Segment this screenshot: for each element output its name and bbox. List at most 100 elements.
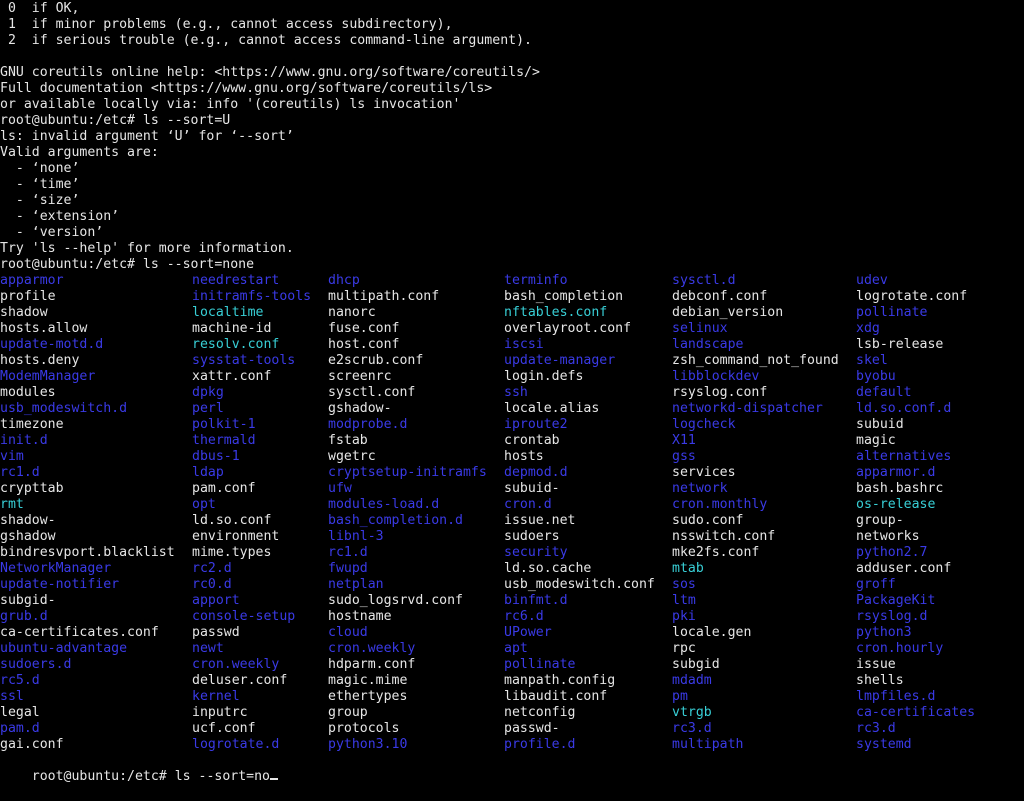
file-entry: gshadow xyxy=(0,529,56,544)
command-prompt-line[interactable]: root@ubuntu:/etc# ls --sort=no xyxy=(0,753,278,784)
directory-entry: landscape xyxy=(672,337,744,352)
directory-entry: skel xyxy=(856,353,888,368)
file-entry: host.conf xyxy=(328,337,400,352)
directory-entry: newt xyxy=(192,641,224,656)
output-line: 1 if minor problems (e.g., cannot access… xyxy=(0,17,453,32)
file-entry: gai.conf xyxy=(0,737,64,752)
directory-entry: grub.d xyxy=(0,609,48,624)
file-entry: sudoers xyxy=(504,529,560,544)
file-entry: rsyslog.conf xyxy=(672,385,768,400)
directory-entry: terminfo xyxy=(504,273,568,288)
directory-entry: python2.7 xyxy=(856,545,928,560)
output-line: GNU coreutils online help: <https://www.… xyxy=(0,65,540,80)
file-entry: group- xyxy=(856,513,904,528)
file-entry: magic xyxy=(856,433,896,448)
directory-entry: libblockdev xyxy=(672,369,760,384)
file-entry: nanorc xyxy=(328,305,376,320)
file-entry: libaudit.conf xyxy=(504,689,608,704)
file-entry: hosts.deny xyxy=(0,353,80,368)
directory-entry: lmpfiles.d xyxy=(856,689,936,704)
directory-entry: rc3.d xyxy=(856,721,896,736)
output-line: ls: invalid argument ‘U’ for ‘--sort’ xyxy=(0,129,294,144)
directory-entry: logcheck xyxy=(672,417,736,432)
directory-entry: pam.d xyxy=(0,721,40,736)
file-entry: crypttab xyxy=(0,481,64,496)
command-input[interactable]: ls --sort=no xyxy=(175,769,270,784)
file-entry: legal xyxy=(0,705,40,720)
file-entry: gshadow- xyxy=(328,401,392,416)
directory-entry: ufw xyxy=(328,481,352,496)
directory-entry: apparmor.d xyxy=(856,465,936,480)
file-entry: profile xyxy=(0,289,56,304)
file-entry: sudo_logsrvd.conf xyxy=(328,593,463,608)
directory-entry: rsyslog.d xyxy=(856,609,928,624)
prompt-history-line: root@ubuntu:/etc# ls --sort=none xyxy=(0,257,255,272)
symlink-entry: nftables.conf xyxy=(504,305,608,320)
file-entry: protocols xyxy=(328,721,400,736)
file-entry: hosts xyxy=(504,449,544,464)
directory-entry: bash_completion.d xyxy=(328,513,463,528)
file-entry: nsswitch.conf xyxy=(672,529,776,544)
file-entry: login.defs xyxy=(504,369,584,384)
directory-entry: gss xyxy=(672,449,696,464)
file-entry: modules xyxy=(0,385,56,400)
file-entry: shells xyxy=(856,673,904,688)
file-entry: timezone xyxy=(0,417,64,432)
directory-entry: opt xyxy=(192,497,216,512)
directory-entry: pollinate xyxy=(504,657,576,672)
directory-entry: PackageKit xyxy=(856,593,936,608)
directory-entry: console-setup xyxy=(192,609,296,624)
file-entry: overlayroot.conf xyxy=(504,321,632,336)
file-entry: subgid- xyxy=(0,593,56,608)
file-entry: inputrc xyxy=(192,705,248,720)
directory-entry: depmod.d xyxy=(504,465,568,480)
directory-entry: ld.so.conf.d xyxy=(856,401,952,416)
file-entry: e2scrub.conf xyxy=(328,353,424,368)
file-entry: manpath.config xyxy=(504,673,616,688)
directory-entry: iproute2 xyxy=(504,417,568,432)
directory-entry: modprobe.d xyxy=(328,417,408,432)
directory-entry: selinux xyxy=(672,321,728,336)
directory-entry: UPower xyxy=(504,625,552,640)
symlink-entry: mtab xyxy=(672,561,704,576)
directory-entry: pm xyxy=(672,689,688,704)
directory-entry: logrotate.d xyxy=(192,737,280,752)
symlink-entry: rmt xyxy=(0,497,24,512)
directory-entry: ldap xyxy=(192,465,224,480)
directory-entry: cloud xyxy=(328,625,368,640)
terminal-window[interactable]: 0 if OK, 1 if minor problems (e.g., cann… xyxy=(0,0,1024,784)
directory-entry: sysctl.d xyxy=(672,273,736,288)
directory-entry: python3.10 xyxy=(328,737,408,752)
output-line: - ‘none’ xyxy=(0,161,80,176)
directory-entry: X11 xyxy=(672,433,696,448)
file-entry: sysctl.conf xyxy=(328,385,416,400)
directory-entry: vim xyxy=(0,449,24,464)
file-entry: fuse.conf xyxy=(328,321,400,336)
prompt-history-line: root@ubuntu:/etc# ls --sort=U xyxy=(0,113,231,128)
file-entry: shadow xyxy=(0,305,48,320)
output-line: 2 if serious trouble (e.g., cannot acces… xyxy=(0,33,532,48)
directory-entry: rc3.d xyxy=(672,721,712,736)
directory-entry: cron.hourly xyxy=(856,641,944,656)
symlink-entry: resolv.conf xyxy=(192,337,280,352)
directory-entry: rc2.d xyxy=(192,561,232,576)
file-entry: passwd xyxy=(192,625,240,640)
file-entry: usb_modeswitch.conf xyxy=(504,577,655,592)
file-entry: machine-id xyxy=(192,321,272,336)
file-entry: logrotate.conf xyxy=(856,289,968,304)
directory-entry: udev xyxy=(856,273,888,288)
output-line: - ‘version’ xyxy=(0,225,104,240)
output-line: - ‘size’ xyxy=(0,193,80,208)
directory-entry: cron.weekly xyxy=(328,641,416,656)
file-entry: services xyxy=(672,465,736,480)
symlink-entry: vtrgb xyxy=(672,705,712,720)
directory-entry: perl xyxy=(192,401,224,416)
directory-entry: multipath xyxy=(672,737,744,752)
directory-entry: update-manager xyxy=(504,353,616,368)
file-entry: xattr.conf xyxy=(192,369,272,384)
directory-entry: rc6.d xyxy=(504,609,544,624)
file-entry: hostname xyxy=(328,609,392,624)
file-entry: ucf.conf xyxy=(192,721,256,736)
directory-entry: network xyxy=(672,481,728,496)
directory-entry: fwupd xyxy=(328,561,368,576)
